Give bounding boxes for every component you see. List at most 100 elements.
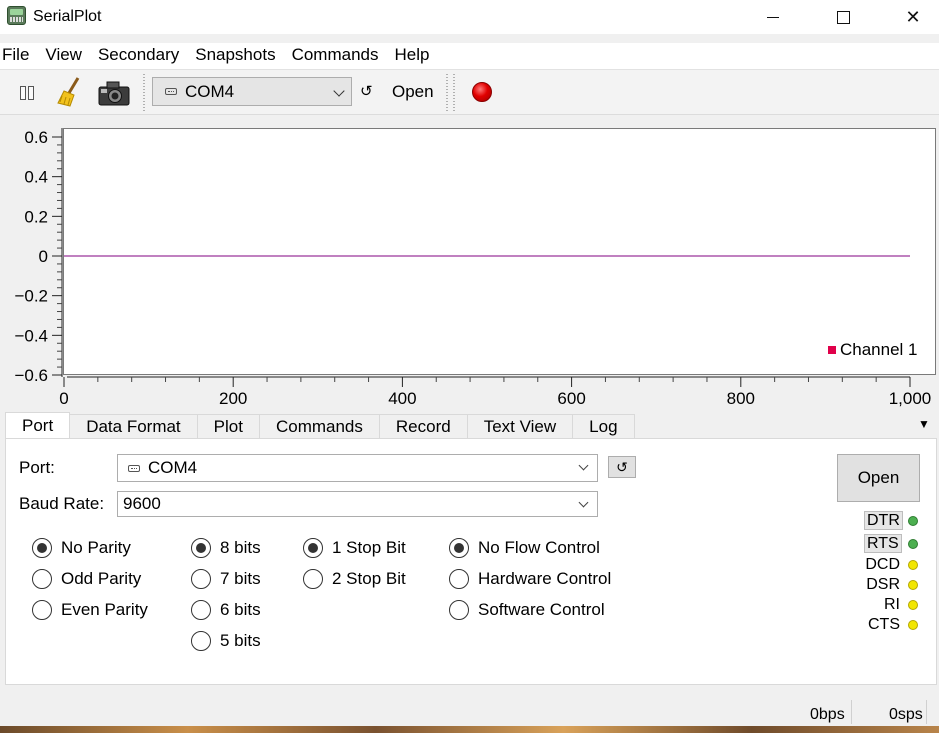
flow-control-label: Hardware Control <box>478 569 612 588</box>
x-tick-label: 0 <box>59 389 68 408</box>
port-select[interactable]: COM4 <box>117 454 598 482</box>
toolbar-separator <box>453 74 455 112</box>
toolbar-open-button[interactable]: Open <box>392 82 434 102</box>
y-tick-label: −0.6 <box>14 366 48 385</box>
window-title: SerialPlot <box>33 8 102 25</box>
signal-led-icon <box>908 600 918 610</box>
radio-circle-icon <box>303 569 323 589</box>
serialplot-window: SerialPlot ✕ File View Secondary Snapsho… <box>0 0 939 733</box>
stop-bits-radio[interactable]: 2 Stop Bit <box>303 569 406 589</box>
close-icon: ✕ <box>905 6 921 27</box>
data-bits-radio[interactable]: 8 bits <box>191 538 261 558</box>
signal-label-text: RI <box>884 596 900 613</box>
legend-label: Channel 1 <box>840 340 918 359</box>
radio-circle-icon <box>449 538 469 558</box>
signal-led-icon <box>908 516 918 526</box>
parity-radio[interactable]: Even Parity <box>32 600 148 620</box>
tab-bar: Port Data Format Plot Commands Record Te… <box>5 412 635 439</box>
data-bits-label: 7 bits <box>220 569 261 588</box>
signal-label-text: DSR <box>866 576 900 593</box>
signal-rts-toggle[interactable]: RTS <box>864 534 902 553</box>
app-icon <box>7 6 26 25</box>
tab-overflow-icon[interactable]: ▼ <box>918 417 930 431</box>
signal-led-icon <box>908 539 918 549</box>
radio-circle-icon <box>449 569 469 589</box>
menu-help[interactable]: Help <box>387 43 438 69</box>
x-tick-label: 200 <box>219 389 247 408</box>
legend-swatch <box>828 346 836 354</box>
y-tick-label: −0.2 <box>14 287 48 306</box>
status-sps: 0sps <box>889 706 923 723</box>
maximize-button[interactable] <box>820 0 866 34</box>
menu-secondary[interactable]: Secondary <box>90 43 187 69</box>
stop-bits-radio[interactable]: 1 Stop Bit <box>303 538 406 558</box>
signal-dsr-label: DSR <box>864 576 900 594</box>
signal-dcd-label: DCD <box>864 556 900 574</box>
y-tick-label: −0.4 <box>14 326 48 345</box>
parity-radio[interactable]: No Parity <box>32 538 131 558</box>
radio-checked-dot <box>196 543 206 553</box>
chevron-down-icon <box>333 84 345 98</box>
signal-label-text: RTS <box>864 534 902 553</box>
port-select-value: COM4 <box>148 458 198 477</box>
menu-view[interactable]: View <box>37 43 90 69</box>
flow-control-radio[interactable]: No Flow Control <box>449 538 600 558</box>
chevron-down-icon <box>578 460 589 471</box>
desktop-background-strip <box>0 726 939 733</box>
record-icon[interactable] <box>472 82 492 102</box>
tab-port[interactable]: Port <box>5 412 71 439</box>
plot-legend: Channel 1 <box>828 340 918 360</box>
port-refresh-button[interactable]: ↺ <box>608 456 636 478</box>
flow-control-radio[interactable]: Software Control <box>449 600 605 620</box>
parity-label: Odd Parity <box>61 569 142 588</box>
snapshot-camera-icon[interactable] <box>97 78 131 108</box>
plot-chart: 0.6 0.4 0.2 0 −0.2 −0.4 −0.6 0 200 400 600 800 1,000 <box>14 128 932 408</box>
close-button[interactable]: ✕ <box>890 0 936 34</box>
tab-log[interactable]: Log <box>572 414 635 439</box>
data-bits-radio[interactable]: 6 bits <box>191 600 261 620</box>
status-separator <box>926 700 927 724</box>
y-tick-label: 0.6 <box>24 128 48 147</box>
stop-bits-label: 1 Stop Bit <box>332 538 406 557</box>
radio-checked-dot <box>37 543 47 553</box>
flow-control-radio[interactable]: Hardware Control <box>449 569 611 589</box>
tab-data-format[interactable]: Data Format <box>69 414 198 439</box>
radio-circle-icon <box>303 538 323 558</box>
menu-commands[interactable]: Commands <box>284 43 387 69</box>
open-port-button[interactable]: Open <box>837 454 920 502</box>
radio-circle-icon <box>32 600 52 620</box>
data-bits-label: 5 bits <box>220 631 261 650</box>
data-bits-label: 6 bits <box>220 600 261 619</box>
refresh-icon[interactable]: ↺ <box>360 82 373 100</box>
data-bits-radio[interactable]: 7 bits <box>191 569 261 589</box>
minimize-button[interactable] <box>750 0 796 34</box>
signal-dtr-toggle[interactable]: DTR <box>864 511 903 530</box>
toolbar-separator <box>143 74 145 112</box>
signal-label-text: CTS <box>868 616 900 633</box>
tab-plot[interactable]: Plot <box>196 414 260 439</box>
tab-commands[interactable]: Commands <box>258 414 380 439</box>
parity-radio[interactable]: Odd Parity <box>32 569 141 589</box>
baud-rate-label: Baud Rate: <box>19 494 105 513</box>
menu-snapshots[interactable]: Snapshots <box>187 43 283 69</box>
status-bps: 0bps <box>810 706 845 723</box>
data-bits-radio[interactable]: 5 bits <box>191 631 261 651</box>
serial-port-icon <box>128 464 140 472</box>
toolbar <box>0 69 939 115</box>
clear-broom-icon[interactable] <box>56 76 86 108</box>
x-tick-label: 1,000 <box>889 389 932 408</box>
maximize-icon <box>836 10 850 24</box>
pause-button[interactable] <box>20 86 36 105</box>
parity-label: Even Parity <box>61 600 148 619</box>
menu-file[interactable]: File <box>0 43 37 69</box>
tab-record[interactable]: Record <box>378 414 468 439</box>
baud-rate-select[interactable]: 9600 <box>117 491 598 517</box>
x-tick-label: 400 <box>388 389 416 408</box>
port-label: Port: <box>19 458 55 477</box>
radio-checked-dot <box>308 543 318 553</box>
toolbar-port-select[interactable]: COM4 <box>152 77 352 106</box>
signal-led-icon <box>908 560 918 570</box>
menu-bar: File View Secondary Snapshots Commands H… <box>0 43 939 69</box>
tab-text-view[interactable]: Text View <box>466 414 574 439</box>
toolbar-separator <box>446 74 448 112</box>
